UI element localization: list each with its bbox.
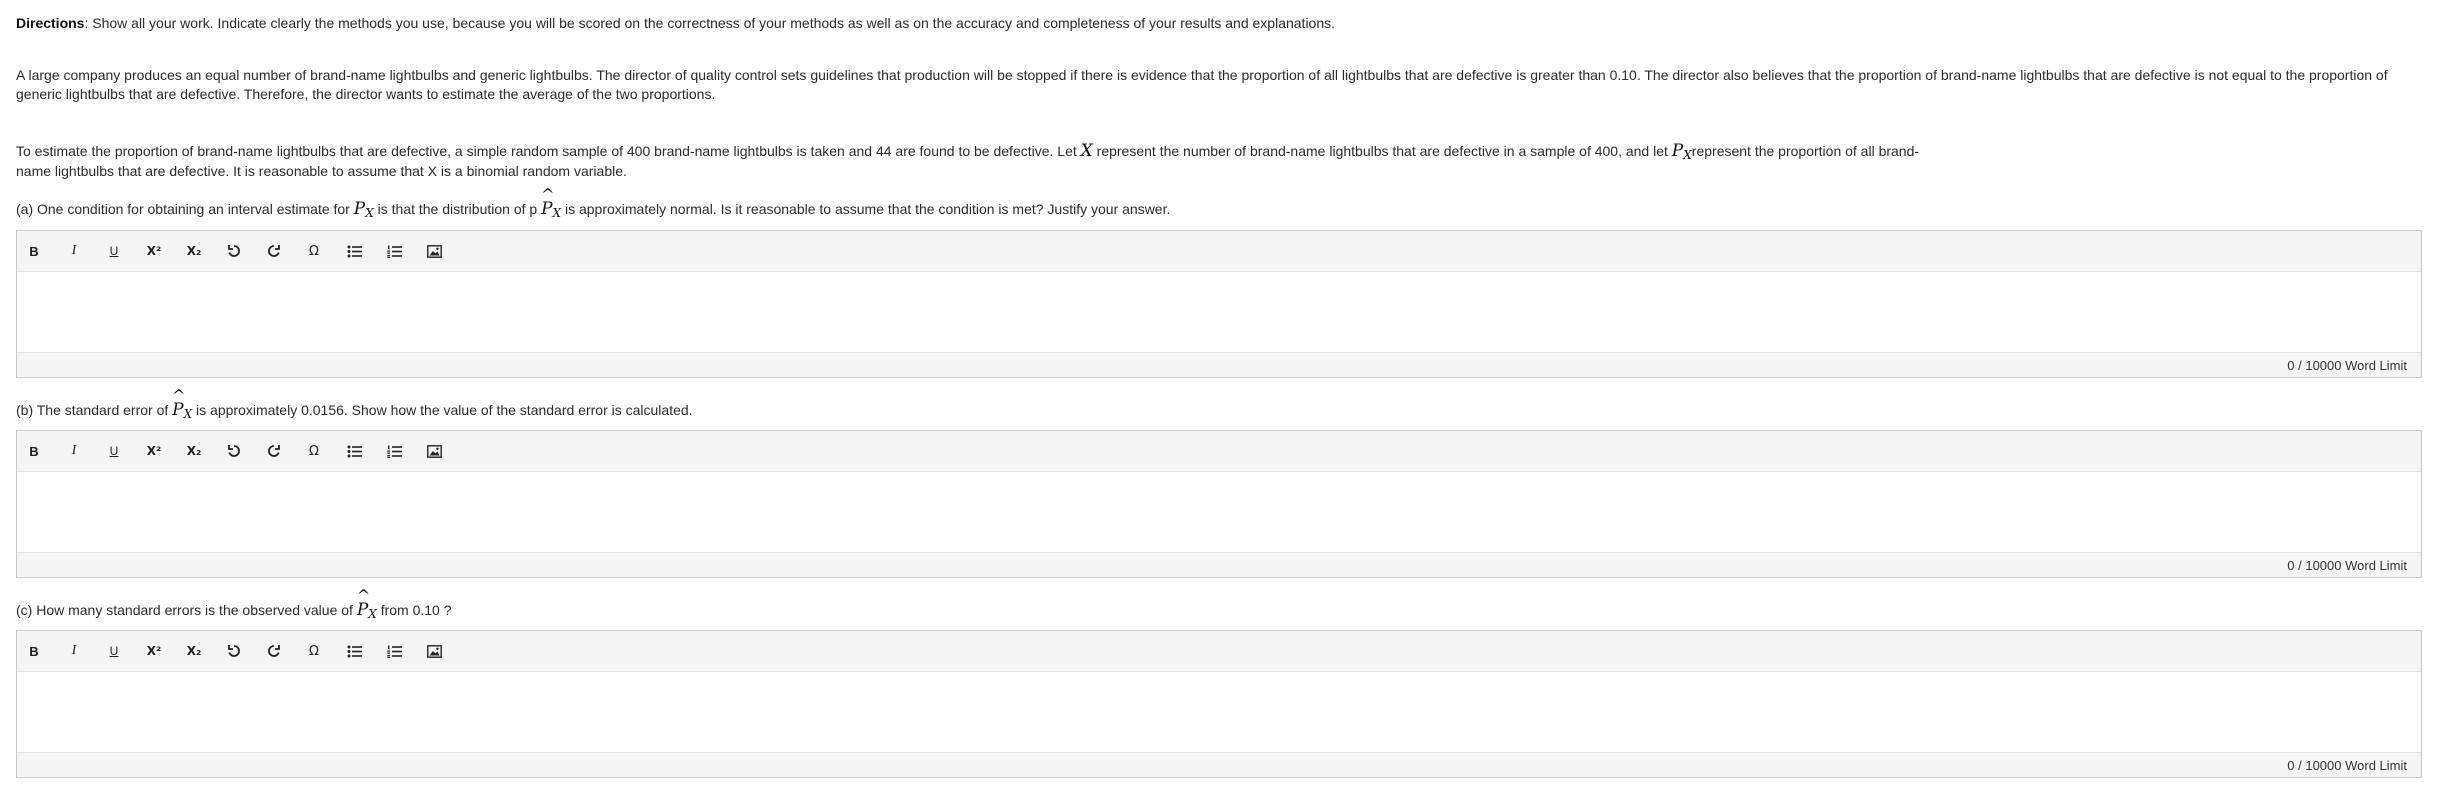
italic-button[interactable]: I [61,241,87,261]
image-icon [426,444,442,458]
omega-icon: Ω [309,443,319,459]
bulleted-list-icon [347,245,362,258]
superscript-icon: X² [146,444,162,458]
word-limit-counter: 0 / 10000 Word Limit [2287,358,2407,373]
editor-toolbar: B I U X² X₂ Ω [17,631,2421,672]
answer-text-area[interactable] [17,272,2421,352]
underline-button[interactable]: U [101,641,127,661]
italic-icon: I [71,643,77,658]
special-character-button[interactable]: Ω [301,641,327,661]
italic-icon: I [71,243,77,258]
image-icon [426,244,442,258]
bold-button[interactable]: B [21,641,47,661]
answer-text-area[interactable] [17,472,2421,552]
answer-text-area[interactable] [17,672,2421,752]
bold-icon: B [29,243,39,259]
editor-footer: 0 / 10000 Word Limit [17,352,2421,377]
italic-button[interactable]: I [61,441,87,461]
underline-icon: U [109,244,119,258]
stem-paragraph-1: A large company produces an equal number… [16,67,2388,102]
redo-icon [267,444,281,458]
question-a-prompt: (a) One condition for obtaining an inter… [16,185,1171,221]
bold-button[interactable]: B [21,241,47,261]
editor-footer: 0 / 10000 Word Limit [17,552,2421,577]
redo-icon [267,244,281,258]
bulleted-list-button[interactable] [341,441,367,461]
undo-button[interactable] [221,641,247,661]
math-px-hat: ^ PX [172,386,193,422]
directions-text: : Show all your work. Indicate clearly t… [84,15,1336,31]
answer-editor-c: B I U X² X₂ Ω 0 / 10000 Word Limit [16,630,2422,778]
omega-icon: Ω [309,643,319,659]
numbered-list-button[interactable] [381,241,407,261]
undo-icon [227,444,241,458]
editor-footer: 0 / 10000 Word Limit [17,752,2421,777]
word-limit-counter: 0 / 10000 Word Limit [2287,758,2407,773]
stem-paragraph-2-part1: To estimate the proportion of brand-name… [16,143,1081,159]
numbered-list-button[interactable] [381,441,407,461]
insert-image-button[interactable] [421,641,447,661]
numbered-list-icon [386,645,402,658]
bold-icon: B [29,643,39,659]
answer-editor-b: B I U X² X₂ Ω 0 / 10000 Word Limit [16,430,2422,578]
bold-icon: B [29,443,39,459]
bulleted-list-icon [347,645,362,658]
subscript-icon: X₂ [186,644,202,658]
editor-toolbar: B I U X² X₂ Ω [17,231,2421,272]
bulleted-list-button[interactable] [341,241,367,261]
redo-icon [267,644,281,658]
omega-icon: Ω [309,243,319,259]
undo-button[interactable] [221,441,247,461]
stem-paragraph-2: To estimate the proportion of brand-name… [16,142,1936,181]
redo-button[interactable] [261,441,287,461]
numbered-list-icon [386,445,402,458]
subscript-icon: X₂ [186,244,202,258]
editor-toolbar: B I U X² X₂ Ω [17,431,2421,472]
superscript-button[interactable]: X² [141,641,167,661]
bold-button[interactable]: B [21,441,47,461]
numbered-list-button[interactable] [381,641,407,661]
math-px-hat: ^ PX [541,185,562,221]
answer-editor-a: B I U X² X₂ Ω 0 / 10000 Word Limit [16,230,2422,378]
undo-icon [227,644,241,658]
subscript-button[interactable]: X₂ [181,241,207,261]
undo-icon [227,244,241,258]
underline-icon: U [109,444,119,458]
directions: Directions: Show all your work. Indicate… [16,14,1335,32]
image-icon [426,644,442,658]
italic-icon: I [71,443,77,458]
superscript-button[interactable]: X² [141,241,167,261]
math-x: X [1080,141,1093,161]
italic-button[interactable]: I [61,641,87,661]
numbered-list-icon [386,245,402,258]
undo-button[interactable] [221,241,247,261]
underline-icon: U [109,644,119,658]
insert-image-button[interactable] [421,241,447,261]
special-character-button[interactable]: Ω [301,241,327,261]
bulleted-list-button[interactable] [341,641,367,661]
redo-button[interactable] [261,641,287,661]
superscript-icon: X² [146,644,162,658]
stem-paragraph-2-part2: represent the number of brand-name light… [1092,143,1672,159]
question-c-prompt: (c) How many standard errors is the obse… [16,586,452,622]
math-px: PX [353,199,374,220]
math-px-hat: ^ PX [356,586,377,622]
superscript-button[interactable]: X² [141,441,167,461]
bulleted-list-icon [347,445,362,458]
underline-button[interactable]: U [101,241,127,261]
subscript-button[interactable]: X₂ [181,441,207,461]
special-character-button[interactable]: Ω [301,441,327,461]
directions-label: Directions [16,15,85,31]
underline-button[interactable]: U [101,441,127,461]
word-limit-counter: 0 / 10000 Word Limit [2287,558,2407,573]
superscript-icon: X² [146,244,162,258]
subscript-button[interactable]: X₂ [181,641,207,661]
question-b-prompt: (b) The standard error of ^ PX is approxi… [16,386,693,422]
math-px: PX [1671,141,1692,163]
insert-image-button[interactable] [421,441,447,461]
redo-button[interactable] [261,241,287,261]
subscript-icon: X₂ [186,444,202,458]
